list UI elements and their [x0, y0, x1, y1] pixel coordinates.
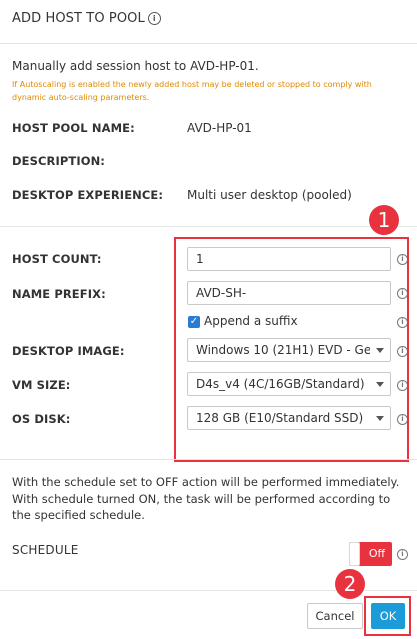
toggle-state: Off — [368, 547, 386, 560]
divider — [0, 226, 417, 227]
schedule-toggle[interactable]: Off — [349, 542, 392, 566]
os-disk-label: OS DISK: — [12, 412, 71, 426]
info-icon[interactable]: i — [397, 549, 408, 560]
host-count-label: HOST COUNT: — [12, 252, 102, 266]
info-icon[interactable]: i — [147, 12, 161, 25]
desktop-image-label: DESKTOP IMAGE: — [12, 344, 125, 358]
highlight-box-ok — [364, 596, 411, 636]
intro-text: Manually add session host to AVD-HP-01. — [12, 59, 259, 73]
schedule-label: SCHEDULE — [12, 543, 79, 557]
dialog-title-text: ADD HOST TO POOL — [12, 11, 145, 26]
divider — [0, 43, 417, 44]
dialog-title: ADD HOST TO POOL i — [12, 11, 161, 26]
step-badge-2: 2 — [335, 569, 365, 599]
host-pool-name-value: AVD-HP-01 — [187, 121, 252, 135]
schedule-description: With the schedule set to OFF action will… — [12, 475, 400, 522]
autoscaling-warning: If Autoscaling is enabled the newly adde… — [12, 80, 372, 102]
highlight-box-form — [174, 237, 409, 462]
description-label: DESCRIPTION: — [12, 154, 106, 168]
host-pool-name-label: HOST POOL NAME: — [12, 121, 135, 135]
desktop-experience-label: DESKTOP EXPERIENCE: — [12, 188, 164, 202]
vm-size-label: VM SIZE: — [12, 378, 71, 392]
toggle-knob — [349, 542, 360, 566]
name-prefix-label: NAME PREFIX: — [12, 287, 106, 301]
divider — [0, 459, 417, 460]
cancel-button[interactable]: Cancel — [307, 603, 363, 629]
step-badge-1: 1 — [369, 205, 399, 235]
desktop-experience-value: Multi user desktop (pooled) — [187, 188, 352, 202]
